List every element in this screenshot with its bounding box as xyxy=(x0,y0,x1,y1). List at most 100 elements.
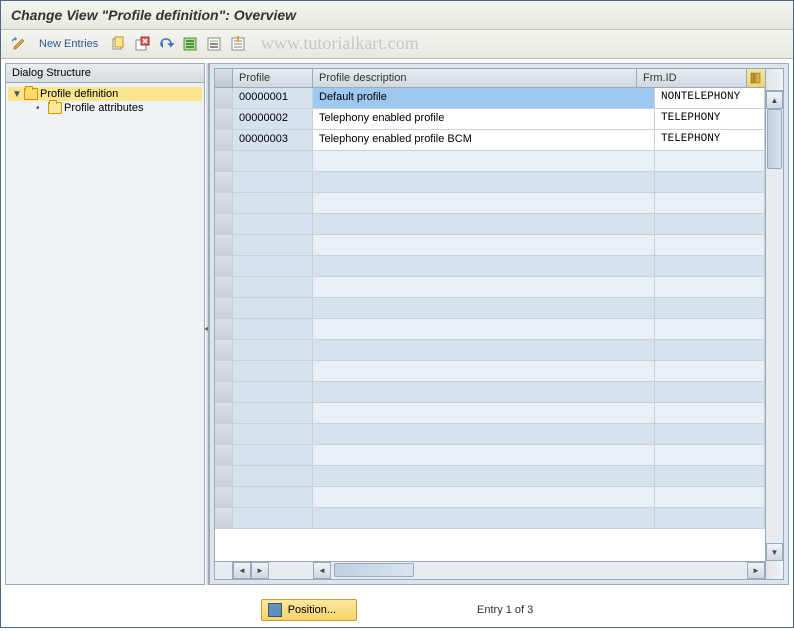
table-row-empty[interactable] xyxy=(215,256,765,277)
cell-profile[interactable] xyxy=(233,235,313,255)
row-selector[interactable] xyxy=(215,340,233,360)
table-row-empty[interactable] xyxy=(215,298,765,319)
cell-description[interactable] xyxy=(313,298,655,318)
cell-frmid[interactable] xyxy=(655,298,765,318)
cell-description[interactable]: Telephony enabled profile BCM xyxy=(313,130,655,150)
cell-frmid[interactable] xyxy=(655,277,765,297)
cell-description[interactable] xyxy=(313,277,655,297)
cell-profile[interactable] xyxy=(233,193,313,213)
cell-frmid[interactable] xyxy=(655,466,765,486)
cell-description[interactable] xyxy=(313,424,655,444)
cell-frmid[interactable] xyxy=(655,508,765,528)
cell-description[interactable] xyxy=(313,340,655,360)
cell-profile[interactable] xyxy=(233,403,313,423)
cell-profile[interactable] xyxy=(233,319,313,339)
delete-icon[interactable] xyxy=(132,34,152,54)
cell-frmid[interactable] xyxy=(655,487,765,507)
table-row-empty[interactable] xyxy=(215,319,765,340)
cell-profile[interactable] xyxy=(233,382,313,402)
row-selector[interactable] xyxy=(215,109,233,129)
row-selector[interactable] xyxy=(215,508,233,528)
row-selector[interactable] xyxy=(215,424,233,444)
row-selector[interactable] xyxy=(215,298,233,318)
vscroll-track[interactable] xyxy=(766,109,783,543)
hscroll-left-button[interactable]: ◄ xyxy=(233,562,251,579)
table-row-empty[interactable] xyxy=(215,214,765,235)
cell-profile[interactable] xyxy=(233,277,313,297)
copy-as-icon[interactable] xyxy=(108,34,128,54)
tree-item-profile-attributes[interactable]: • Profile attributes xyxy=(8,101,202,115)
table-row[interactable]: 00000003 Telephony enabled profile BCM T… xyxy=(215,130,765,151)
cell-profile[interactable] xyxy=(233,487,313,507)
cell-description[interactable] xyxy=(313,151,655,171)
hscroll-thumb[interactable] xyxy=(334,563,414,577)
row-selector[interactable] xyxy=(215,382,233,402)
cell-description[interactable] xyxy=(313,361,655,381)
hscroll-left-button-2[interactable]: ◄ xyxy=(313,562,331,579)
table-row[interactable]: 00000002 Telephony enabled profile TELEP… xyxy=(215,109,765,130)
row-selector[interactable] xyxy=(215,88,233,108)
table-row-empty[interactable] xyxy=(215,361,765,382)
cell-description[interactable] xyxy=(313,403,655,423)
cell-frmid[interactable] xyxy=(655,361,765,381)
cell-profile[interactable] xyxy=(233,298,313,318)
cell-profile[interactable] xyxy=(233,214,313,234)
row-selector[interactable] xyxy=(215,277,233,297)
cell-profile[interactable]: 00000002 xyxy=(233,109,313,129)
cell-profile[interactable] xyxy=(233,172,313,192)
cell-profile[interactable]: 00000001 xyxy=(233,88,313,108)
table-row-empty[interactable] xyxy=(215,466,765,487)
cell-profile[interactable] xyxy=(233,256,313,276)
row-selector[interactable] xyxy=(215,193,233,213)
row-selector[interactable] xyxy=(215,403,233,423)
cell-profile[interactable] xyxy=(233,508,313,528)
cell-profile[interactable] xyxy=(233,151,313,171)
cell-profile[interactable] xyxy=(233,466,313,486)
cell-profile[interactable] xyxy=(233,340,313,360)
hscroll-right-button[interactable]: ► xyxy=(251,562,269,579)
cell-frmid[interactable] xyxy=(655,319,765,339)
table-row-empty[interactable] xyxy=(215,487,765,508)
row-selector[interactable] xyxy=(215,256,233,276)
table-row-empty[interactable] xyxy=(215,277,765,298)
row-selector[interactable] xyxy=(215,172,233,192)
configure-columns-icon[interactable] xyxy=(747,69,765,87)
cell-frmid[interactable] xyxy=(655,403,765,423)
toggle-display-change-icon[interactable] xyxy=(9,34,29,54)
row-selector[interactable] xyxy=(215,130,233,150)
table-row-empty[interactable] xyxy=(215,340,765,361)
cell-frmid[interactable] xyxy=(655,445,765,465)
cell-frmid[interactable] xyxy=(655,214,765,234)
table-row-empty[interactable] xyxy=(215,508,765,529)
row-selector[interactable] xyxy=(215,214,233,234)
cell-description[interactable] xyxy=(313,466,655,486)
column-header-profile[interactable]: Profile xyxy=(233,69,313,87)
cell-description[interactable] xyxy=(313,193,655,213)
select-all-icon[interactable] xyxy=(180,34,200,54)
cell-profile[interactable]: 00000003 xyxy=(233,130,313,150)
table-row-empty[interactable] xyxy=(215,172,765,193)
table-row-empty[interactable] xyxy=(215,382,765,403)
row-selector[interactable] xyxy=(215,466,233,486)
splitter[interactable] xyxy=(205,63,209,585)
table-row-empty[interactable] xyxy=(215,424,765,445)
cell-frmid[interactable]: NONTELEPHONY xyxy=(655,88,765,108)
select-block-icon[interactable] xyxy=(204,34,224,54)
cell-description[interactable] xyxy=(313,319,655,339)
table-row-empty[interactable] xyxy=(215,403,765,424)
cell-description[interactable] xyxy=(313,235,655,255)
cell-description[interactable]: Telephony enabled profile xyxy=(313,109,655,129)
table-row-empty[interactable] xyxy=(215,445,765,466)
tree-item-profile-definition[interactable]: ▼ Profile definition xyxy=(8,87,202,101)
cell-description[interactable] xyxy=(313,256,655,276)
expand-arrow-icon[interactable]: ▼ xyxy=(12,89,24,100)
row-selector[interactable] xyxy=(215,445,233,465)
cell-description[interactable] xyxy=(313,487,655,507)
hscroll-track[interactable] xyxy=(331,562,747,579)
table-row[interactable]: 00000001 Default profile NONTELEPHONY xyxy=(215,88,765,109)
table-row-empty[interactable] xyxy=(215,151,765,172)
cell-description[interactable] xyxy=(313,508,655,528)
table-row-empty[interactable] xyxy=(215,193,765,214)
select-all-column-header[interactable] xyxy=(215,69,233,87)
row-selector[interactable] xyxy=(215,235,233,255)
